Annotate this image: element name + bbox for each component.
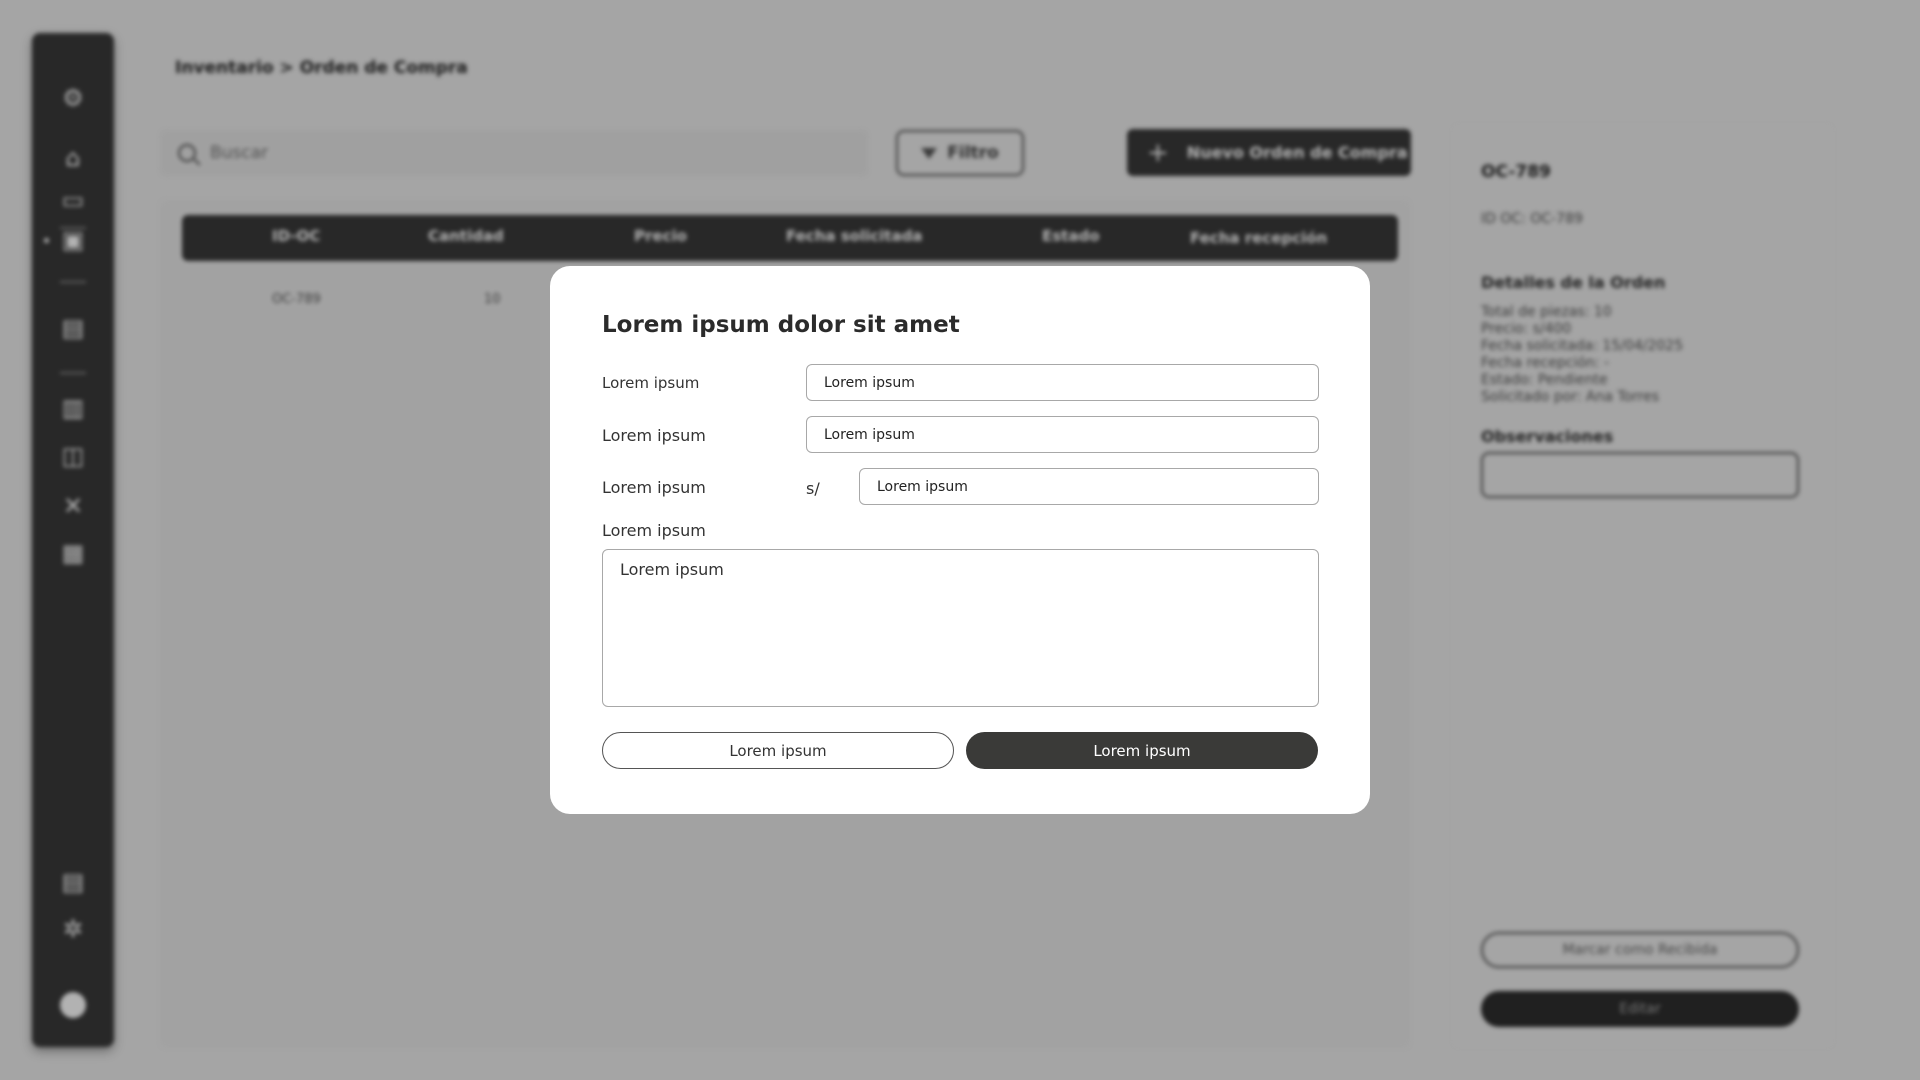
field-label: Lorem ipsum [602, 426, 706, 445]
modal-price-field[interactable] [859, 468, 1319, 505]
modal-field-2[interactable] [806, 416, 1319, 453]
confirm-button[interactable]: Lorem ipsum [966, 732, 1318, 769]
modal-title: Lorem ipsum dolor sit amet [602, 312, 960, 338]
cancel-button[interactable]: Lorem ipsum [602, 732, 954, 769]
field-label: Lorem ipsum [602, 478, 706, 497]
currency-prefix: s/ [806, 479, 820, 498]
field-label: Lorem ipsum [602, 374, 700, 392]
modal-textarea[interactable]: Lorem ipsum [602, 549, 1319, 707]
modal-field-1[interactable] [806, 364, 1319, 401]
field-label: Lorem ipsum [602, 521, 706, 540]
modal-dialog: Lorem ipsum dolor sit amet Lorem ipsum L… [550, 266, 1370, 814]
